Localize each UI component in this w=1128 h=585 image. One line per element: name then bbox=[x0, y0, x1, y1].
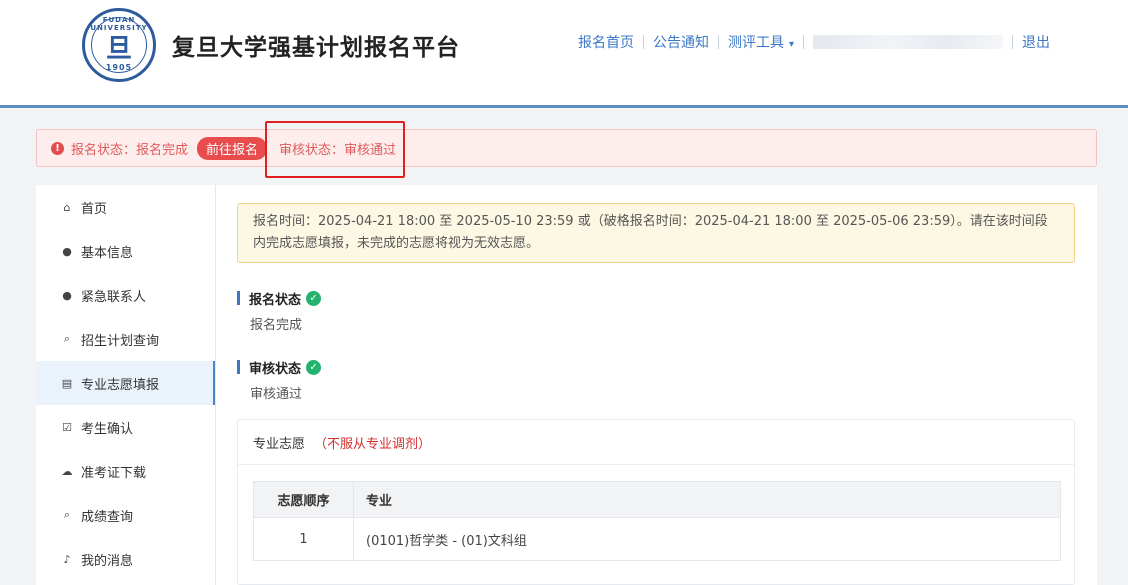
alert-reg-status: 报名状态：报名完成 bbox=[71, 142, 189, 158]
registration-status-section: 报名状态 ✓ 报名完成 bbox=[237, 289, 322, 333]
cell-order: 1 bbox=[253, 517, 354, 561]
cloud-download-icon: ☁ bbox=[61, 464, 73, 478]
nav-divider bbox=[643, 35, 644, 49]
chevron-down-icon: ▾ bbox=[789, 39, 795, 50]
table-header-row: 志愿顺序 专业 bbox=[253, 481, 1061, 518]
main-content: 报名时间：2025-04-21 18:00 至 2025-05-10 23:59… bbox=[216, 185, 1097, 585]
sidebar-item-admission-ticket[interactable]: ☁ 准考证下载 bbox=[36, 449, 215, 493]
section-bar bbox=[237, 360, 240, 374]
sidebar-item-messages[interactable]: ♪ 我的消息 bbox=[36, 537, 215, 581]
preference-table: 志愿顺序 专业 1 (0101)哲学类 - (01)文科组 bbox=[253, 481, 1061, 561]
table-row: 1 (0101)哲学类 - (01)文科组 bbox=[253, 517, 1061, 561]
logo-year: 1905 bbox=[105, 63, 133, 72]
nav-logout-link[interactable]: 退出 bbox=[1022, 32, 1050, 52]
sidebar: ⌂ 首页 ● 基本信息 ● 紧急联系人 ⌕ 招生计划查询 ▤ 专业志愿填报 ☑ … bbox=[36, 185, 216, 585]
column-header-major: 专业 bbox=[353, 481, 1061, 518]
sidebar-item-label: 我的消息 bbox=[81, 553, 134, 569]
check-square-icon: ☑ bbox=[62, 420, 72, 434]
search-icon: ⌕ bbox=[63, 508, 71, 521]
card-title: 专业志愿 bbox=[253, 436, 306, 452]
cell-major: (0101)哲学类 - (01)文科组 bbox=[353, 517, 1061, 561]
highlight-annotation-box bbox=[265, 121, 405, 178]
sidebar-item-label: 紧急联系人 bbox=[81, 289, 147, 305]
nav-divider bbox=[1012, 35, 1014, 49]
sidebar-item-major-preference[interactable]: ▤ 专业志愿填报 bbox=[36, 361, 215, 405]
bell-icon: ♪ bbox=[63, 552, 71, 566]
sidebar-item-label: 首页 bbox=[81, 201, 108, 217]
status-alert: ! 报名状态：报名完成 前往报名 审核状态：审核通过 bbox=[36, 129, 1097, 167]
blurred-username[interactable] bbox=[813, 35, 1004, 49]
fudan-logo[interactable]: FUDAN UNIVERSITY 旦 1905 bbox=[82, 8, 156, 82]
sidebar-item-score-query[interactable]: ⌕ 成绩查询 bbox=[36, 493, 215, 537]
sidebar-item-candidate-confirm[interactable]: ☑ 考生确认 bbox=[36, 405, 215, 449]
check-circle-icon: ✓ bbox=[306, 290, 322, 306]
major-preference-card: 专业志愿 （不服从专业调剂） 志愿顺序 专业 1 (0101)哲学类 - (01… bbox=[237, 419, 1075, 585]
nav-home-link[interactable]: 报名首页 bbox=[578, 32, 634, 52]
section-bar bbox=[237, 291, 240, 305]
no-adjustment-note: （不服从专业调剂） bbox=[314, 436, 432, 452]
sidebar-item-label: 准考证下载 bbox=[81, 465, 147, 481]
user-icon: ● bbox=[62, 288, 72, 302]
section-value: 报名完成 bbox=[250, 318, 303, 333]
section-title: 报名状态 bbox=[249, 292, 302, 308]
top-nav: 报名首页 公告通知 测评工具 ▾ 退出 bbox=[578, 33, 1050, 51]
sidebar-item-label: 专业志愿填报 bbox=[81, 377, 160, 393]
form-icon: ▤ bbox=[61, 376, 73, 390]
card-header: 专业志愿 （不服从专业调剂） bbox=[238, 420, 1074, 465]
site-header: FUDAN UNIVERSITY 旦 1905 复旦大学强基计划报名平台 报名首… bbox=[0, 0, 1128, 108]
registration-time-notice: 报名时间：2025-04-21 18:00 至 2025-05-10 23:59… bbox=[237, 203, 1075, 263]
search-icon: ⌕ bbox=[63, 332, 71, 345]
check-circle-icon: ✓ bbox=[306, 359, 322, 375]
sidebar-item-label: 考生确认 bbox=[81, 421, 134, 437]
section-value: 审核通过 bbox=[250, 387, 303, 402]
sidebar-item-label: 成绩查询 bbox=[81, 509, 134, 525]
nav-notices-link[interactable]: 公告通知 bbox=[653, 32, 709, 52]
home-icon: ⌂ bbox=[63, 200, 71, 214]
alert-info-icon: ! bbox=[51, 141, 64, 155]
sidebar-item-label: 招生计划查询 bbox=[81, 333, 160, 349]
sidebar-item-label: 基本信息 bbox=[81, 245, 134, 261]
sidebar-item-basic-info[interactable]: ● 基本信息 bbox=[36, 229, 215, 273]
review-status-section: 审核状态 ✓ 审核通过 bbox=[237, 358, 322, 402]
section-title: 审核状态 bbox=[249, 361, 302, 377]
sidebar-item-emergency-contact[interactable]: ● 紧急联系人 bbox=[36, 273, 215, 317]
go-register-button[interactable]: 前往报名 bbox=[197, 136, 268, 160]
user-icon: ● bbox=[62, 244, 72, 258]
nav-tools-dropdown[interactable]: 测评工具 ▾ bbox=[728, 32, 794, 52]
nav-tools-label: 测评工具 bbox=[728, 35, 784, 51]
sidebar-item-plan-query[interactable]: ⌕ 招生计划查询 bbox=[36, 317, 215, 361]
nav-divider bbox=[718, 35, 719, 49]
site-title: 复旦大学强基计划报名平台 bbox=[172, 35, 460, 61]
nav-divider bbox=[803, 35, 805, 49]
sidebar-item-home[interactable]: ⌂ 首页 bbox=[36, 185, 215, 229]
column-header-order: 志愿顺序 bbox=[253, 481, 354, 518]
logo-mark: 旦 bbox=[105, 34, 132, 64]
